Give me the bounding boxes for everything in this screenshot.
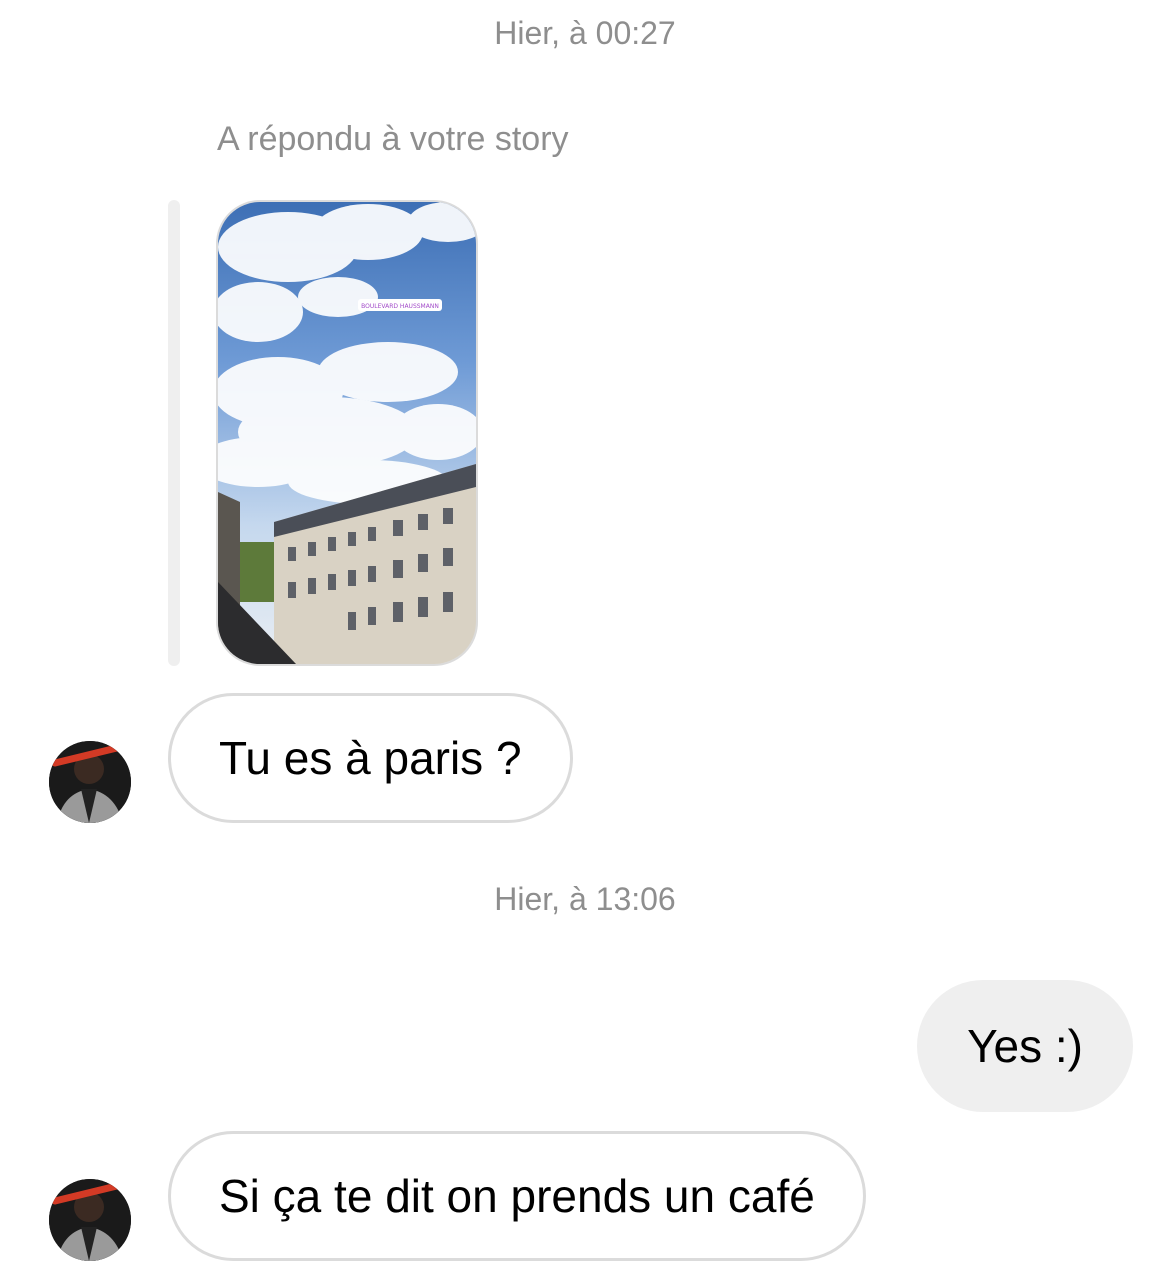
location-sticker: BOULEVARD HAUSSMANN xyxy=(361,303,439,310)
sender-avatar[interactable] xyxy=(49,741,131,823)
avatar-image xyxy=(49,741,131,823)
timestamp-1: Hier, à 00:27 xyxy=(494,15,676,51)
sender-avatar[interactable] xyxy=(49,1179,131,1261)
story-thumbnail[interactable]: BOULEVARD HAUSSMANN xyxy=(216,200,478,666)
avatar-image xyxy=(49,1179,131,1261)
message-text: Si ça te dit on prends un café xyxy=(219,1170,815,1222)
message-text: Yes :) xyxy=(967,1020,1083,1072)
message-bubble-outgoing[interactable]: Yes :) xyxy=(917,980,1133,1112)
story-image: BOULEVARD HAUSSMANN xyxy=(218,202,476,664)
message-bubble-incoming[interactable]: Tu es à paris ? xyxy=(168,693,573,823)
message-text: Tu es à paris ? xyxy=(219,732,522,784)
story-reply-caption: A répondu à votre story xyxy=(217,120,569,158)
timestamp-2: Hier, à 13:06 xyxy=(494,881,676,917)
message-bubble-incoming[interactable]: Si ça te dit on prends un café xyxy=(168,1131,866,1261)
story-reply-bar xyxy=(168,200,180,666)
